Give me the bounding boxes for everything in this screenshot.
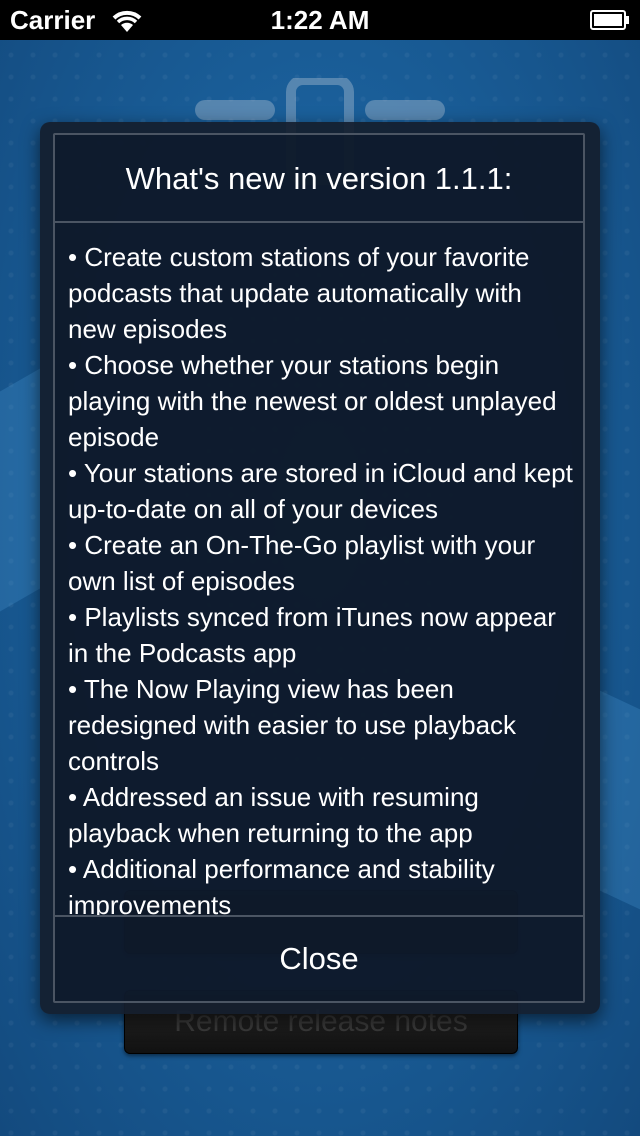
release-note-item: • Choose whether your stations begin pla…: [68, 350, 557, 452]
release-note-item: • Create an On-The-Go playlist with your…: [68, 530, 536, 596]
release-note-item: • Your stations are stored in iCloud and…: [68, 458, 573, 524]
release-notes-scroll[interactable]: • Create custom stations of your favorit…: [68, 239, 574, 915]
background-shard: [0, 368, 40, 612]
whats-new-dialog: What's new in version 1.1.1: • Create cu…: [40, 122, 600, 1014]
dialog-frame: What's new in version 1.1.1: • Create cu…: [53, 133, 585, 1003]
release-note-item: • Addressed an issue with resuming playb…: [68, 782, 479, 848]
release-note-item: • The Now Playing view has been redesign…: [68, 674, 517, 776]
battery-icon: [590, 10, 629, 30]
background-shard: [600, 690, 640, 910]
dialog-title: What's new in version 1.1.1:: [55, 135, 583, 223]
clock-label: 1:22 AM: [270, 5, 370, 35]
close-button[interactable]: Close: [55, 917, 583, 1001]
release-note-item: • Create custom stations of your favorit…: [68, 242, 530, 344]
dialog-footer: Close: [55, 915, 583, 1001]
release-note-item: • Playlists synced from iTunes now appea…: [68, 602, 556, 668]
release-note-item: • Additional performance and stability i…: [68, 854, 495, 915]
status-bar: Carrier 1:22 AM: [0, 0, 640, 40]
